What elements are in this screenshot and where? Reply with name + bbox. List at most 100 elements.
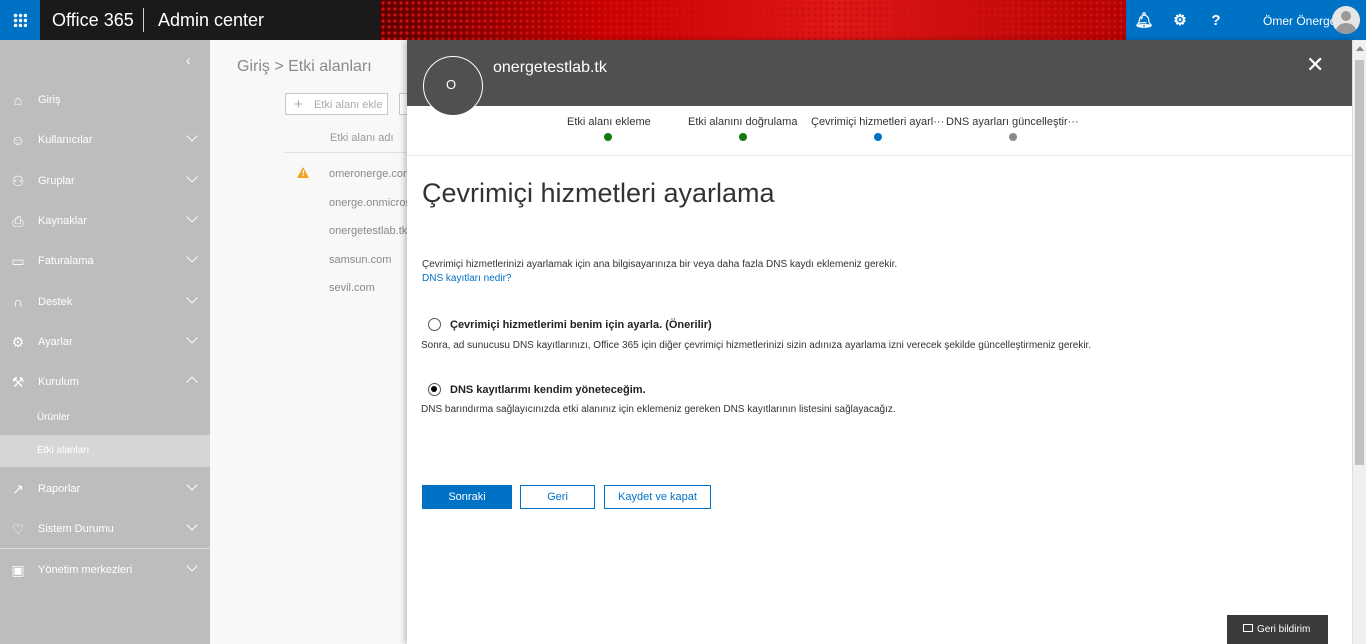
scroll-up-icon[interactable] bbox=[1356, 46, 1364, 51]
sidebar-item-resources[interactable]: ⎙ Kaynaklar bbox=[0, 201, 210, 241]
app-name: Admin center bbox=[158, 10, 265, 30]
sidebar-subitem-label: Ürünler bbox=[37, 412, 70, 423]
chevron-up-icon bbox=[188, 374, 198, 384]
step-add-domain: Etki alanı ekleme bbox=[567, 116, 651, 128]
sidebar-item-support[interactable]: ∩ Destek bbox=[0, 282, 210, 322]
bell-icon: 🔔︎ bbox=[1134, 12, 1154, 29]
sidebar-item-label: Kaynaklar bbox=[38, 215, 87, 227]
scrollbar-thumb[interactable] bbox=[1355, 60, 1364, 465]
comment-icon bbox=[1243, 624, 1253, 632]
chevron-down-icon bbox=[188, 481, 198, 491]
back-button[interactable]: Geri bbox=[520, 485, 595, 509]
admin-centers-icon: ▣ bbox=[11, 562, 25, 578]
chevron-down-icon bbox=[188, 294, 198, 304]
next-button[interactable]: Sonraki bbox=[422, 485, 512, 509]
step-status-done bbox=[604, 133, 612, 141]
sidebar-item-label: Sistem Durumu bbox=[38, 523, 114, 535]
sidebar-item-users[interactable]: ☺ Kullanıcılar bbox=[0, 120, 210, 160]
sidebar-subitem-products[interactable]: Ürünler bbox=[0, 402, 210, 434]
heart-icon: ♡ bbox=[11, 521, 25, 537]
sidebar-item-label: Kurulum bbox=[38, 376, 79, 388]
collapse-nav-icon[interactable]: ‹ bbox=[186, 52, 191, 68]
brand-label[interactable]: Office 365 bbox=[52, 10, 134, 31]
user-icon: ☺ bbox=[10, 132, 26, 148]
sidebar-item-reports[interactable]: ↗ Raporlar bbox=[0, 469, 210, 509]
save-close-button[interactable]: Kaydet ve kapat bbox=[604, 485, 711, 509]
sidebar-item-label: Faturalama bbox=[38, 255, 94, 267]
chevron-down-icon bbox=[188, 213, 198, 223]
sidebar-item-label: Ayarlar bbox=[38, 336, 73, 348]
option-manual-dns-desc: DNS barındırma sağlayıcınızda etki alanı… bbox=[421, 404, 896, 415]
sidebar-item-settings[interactable]: ⚙ Ayarlar bbox=[0, 322, 210, 362]
waffle-icon bbox=[13, 13, 27, 27]
domain-row[interactable]: omeronerge.com bbox=[329, 168, 407, 180]
sidebar-item-groups[interactable]: ⚇ Gruplar bbox=[0, 161, 210, 201]
gear-icon: ⚙ bbox=[11, 334, 25, 350]
plus-icon: + bbox=[294, 96, 303, 113]
sidebar-item-health[interactable]: ♡ Sistem Durumu bbox=[0, 509, 210, 549]
sidebar-item-label: Yönetim merkezleri bbox=[38, 564, 133, 576]
group-icon: ⚇ bbox=[11, 173, 25, 189]
sidebar-item-label: Destek bbox=[38, 296, 73, 308]
dns-records-link[interactable]: DNS kayıtları nedir? bbox=[422, 273, 511, 284]
domain-row[interactable]: sevil.com bbox=[329, 282, 407, 294]
home-icon: ⌂ bbox=[13, 92, 23, 108]
sidebar-subitem-domains[interactable]: Etki alanları bbox=[0, 435, 210, 467]
headset-icon: ∩ bbox=[12, 294, 24, 310]
step-verify-domain: Etki alanını doğrulama bbox=[688, 116, 798, 128]
chart-icon: ↗ bbox=[12, 481, 24, 497]
add-domain-button[interactable]: + Etki alanı ekle bbox=[285, 93, 388, 115]
scrollbar[interactable] bbox=[1352, 40, 1366, 644]
sidebar-item-billing[interactable]: ▭ Faturalama bbox=[0, 241, 210, 281]
sidebar-item-home[interactable]: ⌂ Giriş bbox=[0, 80, 210, 120]
domain-avatar: O bbox=[423, 56, 483, 116]
chevron-down-icon bbox=[188, 334, 198, 344]
feedback-button[interactable]: Geri bildirim bbox=[1227, 615, 1328, 644]
chevron-down-icon bbox=[188, 173, 198, 183]
breadcrumb[interactable]: Giriş > Etki alanları bbox=[237, 58, 372, 76]
page-title: Çevrimiçi hizmetleri ayarlama bbox=[422, 178, 775, 208]
step-setup-services: Çevrimiçi hizmetleri ayarl··· bbox=[811, 116, 945, 128]
header-divider bbox=[285, 152, 407, 153]
step-status-pending bbox=[1009, 133, 1017, 141]
sidebar-item-label: Giriş bbox=[38, 94, 61, 106]
avatar-letter: O bbox=[446, 77, 457, 92]
chevron-down-icon bbox=[188, 562, 198, 572]
panel-title: onergetestlab.tk bbox=[493, 59, 607, 76]
warning-icon: ! bbox=[297, 167, 309, 178]
sidebar-divider bbox=[0, 548, 210, 549]
help-button[interactable]: ? bbox=[1198, 0, 1234, 40]
option-auto-setup-label[interactable]: Çevrimiçi hizmetlerimi benim için ayarla… bbox=[450, 319, 712, 331]
sidebar-item-admin-centers[interactable]: ▣ Yönetim merkezleri bbox=[0, 550, 210, 590]
chevron-down-icon bbox=[188, 253, 198, 263]
domain-row[interactable]: samsun.com bbox=[329, 254, 407, 266]
wrench-icon: ⚒ bbox=[11, 374, 25, 390]
resources-icon: ⎙ bbox=[12, 213, 24, 229]
settings-button[interactable]: ⚙ bbox=[1162, 0, 1198, 40]
option-manual-dns-label[interactable]: DNS kayıtlarımı kendim yöneteceğim. bbox=[450, 384, 646, 396]
option-manual-dns-radio[interactable] bbox=[428, 383, 441, 396]
header-divider bbox=[143, 8, 144, 32]
billing-icon: ▭ bbox=[11, 253, 25, 269]
column-header-domain[interactable]: Etki alanı adı bbox=[330, 132, 394, 144]
steps-divider bbox=[407, 155, 1352, 156]
avatar[interactable] bbox=[1332, 6, 1360, 34]
domain-row[interactable]: onerge.onmicrosoft.com bbox=[329, 197, 407, 209]
chevron-down-icon bbox=[188, 521, 198, 531]
domain-row[interactable]: onergetestlab.tk bbox=[329, 225, 407, 237]
header-pattern bbox=[380, 0, 1140, 40]
sidebar-subitem-label: Etki alanları bbox=[37, 445, 90, 456]
add-domain-label: Etki alanı ekle bbox=[314, 99, 383, 111]
close-icon[interactable]: ✕ bbox=[1306, 54, 1324, 76]
sidebar-item-label: Kullanıcılar bbox=[38, 134, 93, 146]
step-status-current bbox=[874, 133, 882, 141]
option-auto-setup-radio[interactable] bbox=[428, 318, 441, 331]
option-auto-setup-desc: Sonra, ad sunucusu DNS kayıtlarınızı, Of… bbox=[421, 340, 1092, 351]
app-launcher-button[interactable] bbox=[0, 0, 40, 40]
sidebar-item-setup[interactable]: ⚒ Kurulum bbox=[0, 362, 210, 402]
user-name[interactable]: Ömer Önerge bbox=[1263, 14, 1336, 28]
sidebar-item-label: Gruplar bbox=[38, 175, 75, 187]
intro-text: Çevrimiçi hizmetlerinizi ayarlamak için … bbox=[422, 259, 898, 270]
notifications-button[interactable]: 🔔︎ bbox=[1126, 0, 1162, 40]
sidebar-item-label: Raporlar bbox=[38, 483, 81, 495]
